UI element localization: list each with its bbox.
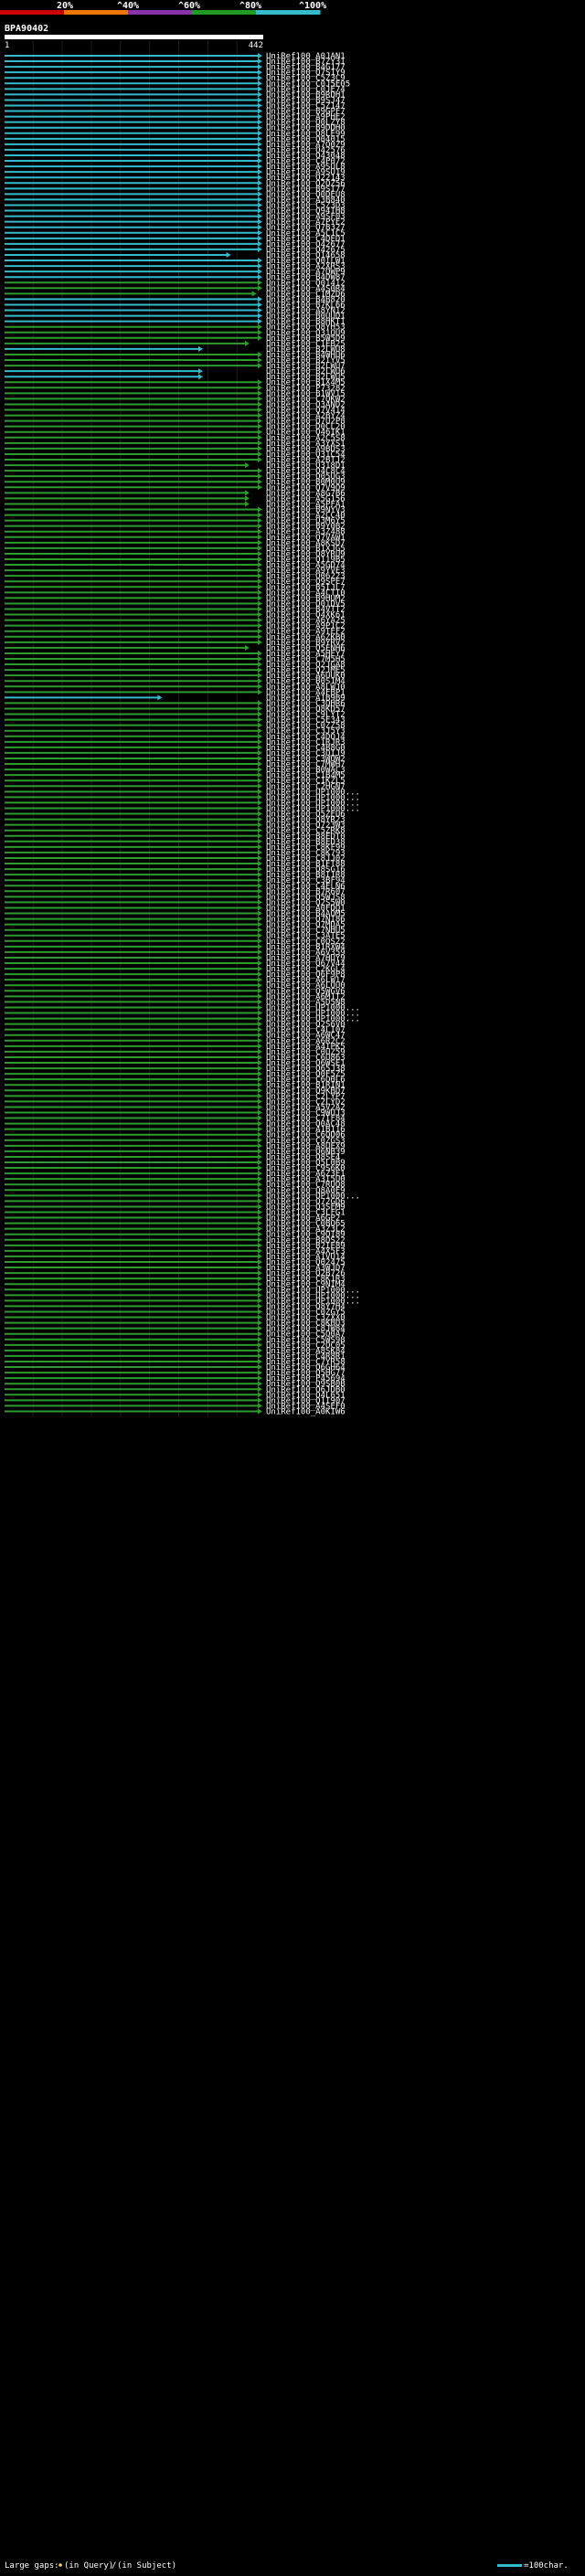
query-length-label: 442: [249, 41, 263, 50]
scale-label-60: ^60%: [178, 1, 200, 11]
alignment-chart: 20% ^40% ^60% ^80% ^100% BPA90402 1 442 …: [0, 0, 585, 2576]
scale-label-20: 20%: [57, 1, 73, 11]
subject-gap-icon: /: [112, 2561, 116, 2571]
scale-segment: [0, 10, 65, 15]
scale-label-40: ^40%: [117, 1, 139, 11]
hit-name[interactable]: UniRef100_A0KIW6: [266, 1408, 346, 1417]
query-name: BPA90402: [5, 24, 48, 34]
scale-segment: [256, 10, 321, 15]
scale-bar-label: =100char.: [524, 2561, 569, 2571]
large-gaps-label: Large gaps:: [5, 2561, 59, 2571]
scale-segment: [128, 10, 193, 15]
in-query-label: (in Query): [64, 2561, 113, 2571]
query-gap-icon: [58, 2563, 62, 2567]
scale-segment: [64, 10, 129, 15]
query-start-label: 1: [5, 41, 9, 50]
scale-bar-icon: [497, 2564, 522, 2567]
scale-segment: [192, 10, 257, 15]
in-subject-label: (in Subject): [117, 2561, 176, 2571]
query-bar: [5, 35, 263, 39]
scale-label-100: ^100%: [299, 1, 326, 11]
scale-label-80: ^80%: [239, 1, 261, 11]
